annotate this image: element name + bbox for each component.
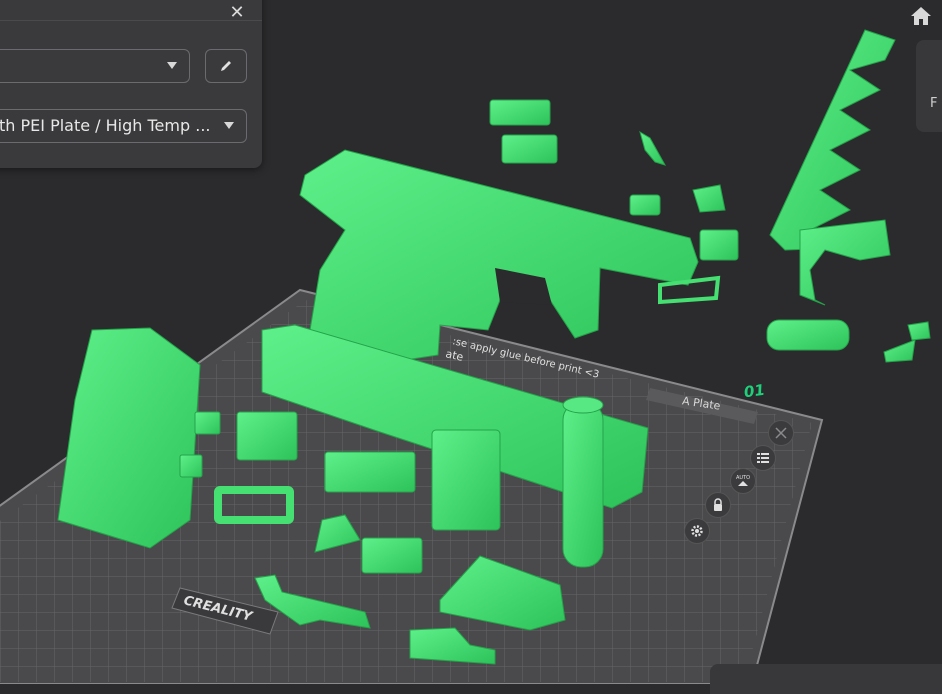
small-part-6	[699, 229, 739, 261]
small-part-9	[907, 321, 931, 341]
small-part-3	[639, 130, 667, 166]
side-panel-tab[interactable]: F	[916, 40, 942, 132]
small-part-10	[883, 339, 916, 363]
home-icon[interactable]	[909, 5, 933, 27]
small-part-13	[179, 454, 203, 478]
close-plate-button[interactable]	[768, 420, 794, 446]
panel-divider	[0, 20, 262, 21]
auto-orient-icon: AUTO	[736, 475, 750, 486]
printer-dropdown[interactable]	[0, 49, 190, 83]
trigger-part	[799, 219, 891, 306]
plate-number: 01	[742, 380, 767, 402]
small-part-1	[489, 99, 551, 126]
close-circle-icon	[775, 427, 787, 439]
spring-part	[769, 29, 896, 251]
small-part-11	[194, 411, 221, 435]
settings-panel: ✕ th PEI Plate / High Temp ...	[0, 0, 262, 168]
auto-orient-button[interactable]: AUTO	[730, 468, 756, 494]
small-part-12	[236, 411, 298, 461]
svg-text:AUTO: AUTO	[736, 475, 750, 481]
plate-type-dropdown-value: th PEI Plate / High Temp ...	[0, 116, 211, 135]
pencil-icon	[221, 61, 231, 71]
small-part-15	[431, 429, 501, 531]
small-part-4	[629, 194, 661, 216]
small-part-14	[324, 451, 416, 493]
plate-type-dropdown[interactable]: th PEI Plate / High Temp ...	[0, 109, 247, 143]
small-part-2	[501, 134, 558, 164]
list-icon	[757, 453, 769, 463]
small-part-5	[692, 184, 726, 213]
side-tab-label: F	[930, 96, 938, 111]
bottom-toolbar	[710, 664, 942, 694]
chevron-down-icon	[224, 122, 234, 129]
gear-icon	[691, 525, 703, 537]
lock-icon	[714, 498, 722, 511]
frame-part	[299, 149, 699, 361]
small-part-18	[361, 537, 423, 574]
plate-settings-button[interactable]	[684, 518, 710, 544]
chevron-down-icon	[167, 62, 177, 69]
edit-printer-button[interactable]	[205, 49, 247, 83]
small-part-8	[766, 319, 850, 351]
magazine-part	[57, 327, 201, 549]
barrel-part	[562, 401, 604, 568]
lock-plate-button[interactable]	[705, 492, 731, 518]
arrange-button[interactable]	[750, 445, 776, 471]
